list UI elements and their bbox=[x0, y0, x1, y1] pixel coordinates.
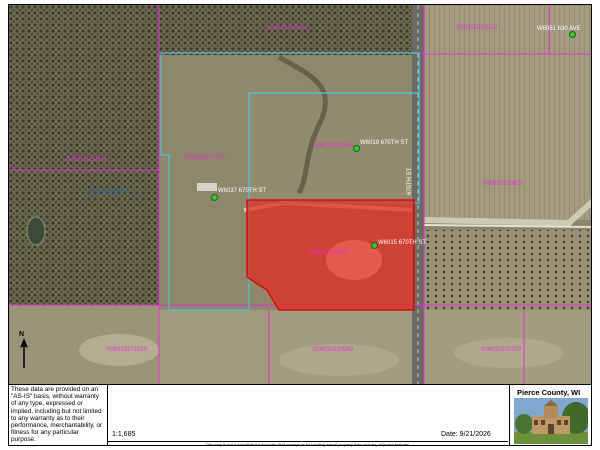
place-label-ellsworth: ELLSWORTH bbox=[89, 189, 130, 196]
map-date: Date: 9/21/2026 bbox=[441, 431, 491, 438]
address-point[interactable] bbox=[371, 242, 378, 249]
parcel-label[interactable]: 006010210550 bbox=[309, 250, 349, 256]
parcel-label[interactable]: 006010271570 bbox=[185, 155, 225, 161]
map-page: 006010200910 006010200510 006010200900 0… bbox=[0, 0, 600, 450]
map-footer: These data are provided on an "AS-IS" ba… bbox=[8, 385, 593, 447]
parcel-label[interactable]: 006010200620 bbox=[483, 181, 523, 187]
north-letter: N bbox=[19, 331, 25, 338]
parcel-label[interactable]: 006010200700 bbox=[481, 347, 521, 353]
address-point[interactable] bbox=[353, 145, 360, 152]
address-label: W6037 670TH ST bbox=[218, 188, 267, 194]
parcel-label[interactable]: 006010200510 bbox=[457, 25, 497, 31]
survey-note: This map is not a substitute for accurat… bbox=[108, 441, 508, 447]
aerial-map[interactable]: 006010200910 006010200510 006010200900 0… bbox=[8, 4, 592, 385]
parcel-label[interactable]: 006010271520 bbox=[107, 347, 147, 353]
address-point[interactable] bbox=[211, 194, 218, 201]
disclaimer-text: These data are provided on an "AS-IS" ba… bbox=[9, 385, 108, 446]
address-point[interactable] bbox=[569, 31, 576, 38]
address-label: W6051 630 AVE bbox=[537, 26, 581, 32]
north-arrow-icon bbox=[20, 338, 28, 368]
north-arrow: N bbox=[19, 331, 37, 371]
road-label-670th-st: 670TH ST bbox=[407, 167, 413, 195]
parcel-label[interactable]: 006010200900 bbox=[67, 157, 107, 163]
parcel-label[interactable]: 006010200910 bbox=[267, 25, 307, 31]
parcel-label[interactable]: 006010210560 bbox=[313, 143, 353, 149]
courthouse-photo bbox=[514, 398, 588, 444]
address-label: W6015 670TH ST bbox=[378, 240, 427, 246]
map-scale: 1:1,685 bbox=[112, 431, 136, 438]
parcel-label[interactable]: 006010210580 bbox=[313, 347, 353, 353]
county-panel: Pierce County, WI bbox=[509, 385, 593, 446]
address-label: W6019 670TH ST bbox=[360, 140, 409, 146]
county-name: Pierce County, WI bbox=[517, 388, 581, 397]
